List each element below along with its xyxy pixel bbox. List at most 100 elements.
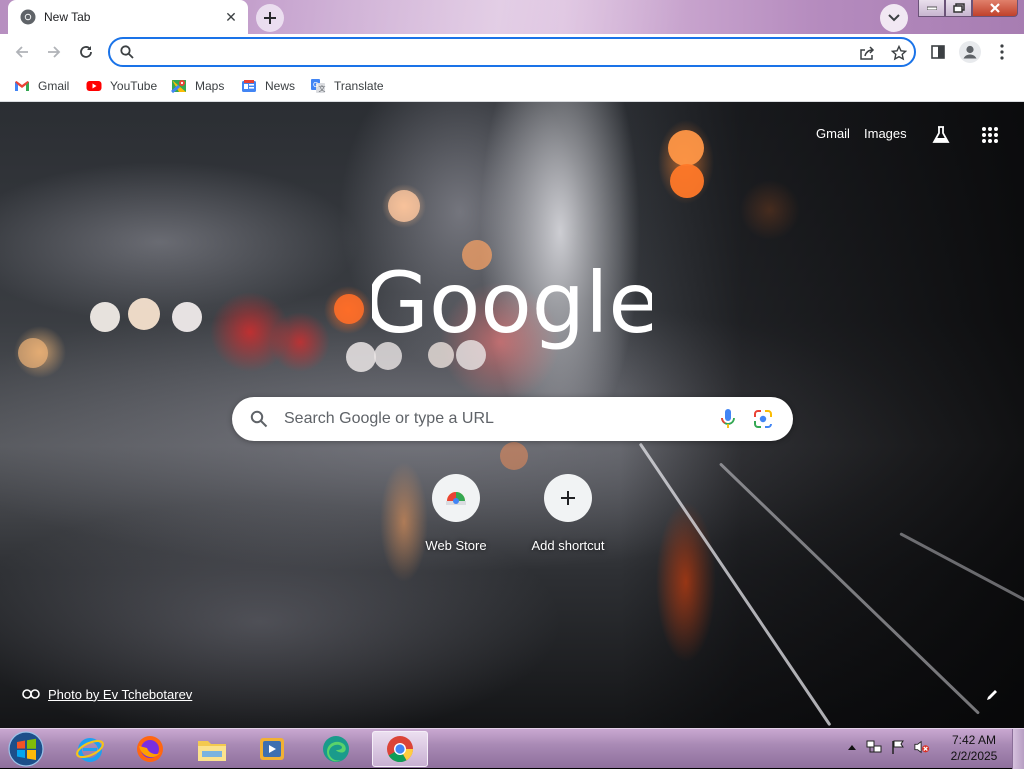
- start-button[interactable]: [6, 730, 46, 768]
- background-light: [172, 302, 202, 332]
- tab-close-icon[interactable]: ✕: [222, 8, 240, 26]
- google-logo-text: Google: [372, 254, 652, 350]
- lens-camera-icon[interactable]: [752, 408, 774, 430]
- bookmark-label: YouTube: [110, 79, 158, 93]
- minimize-icon: [926, 6, 937, 10]
- chrome-icon: [20, 9, 36, 25]
- bookmark-youtube[interactable]: YouTube: [86, 77, 157, 95]
- voice-search-icon[interactable]: [718, 408, 738, 430]
- taskbar-firefox[interactable]: [124, 731, 176, 767]
- translate-icon: G文: [310, 78, 326, 94]
- tab-title: New Tab: [44, 10, 91, 24]
- chevron-up-icon: [848, 745, 856, 750]
- taskbar-file-explorer[interactable]: [186, 731, 238, 767]
- photo-credit-link[interactable]: Photo by Ev Tchebotarev: [22, 685, 192, 703]
- side-panel-icon: [931, 45, 945, 59]
- taskbar-internet-explorer[interactable]: [64, 731, 116, 767]
- clock-time: 7:42 AM: [951, 733, 997, 747]
- labs-button[interactable]: [930, 124, 952, 146]
- apps-grid-icon: [982, 127, 998, 143]
- pencil-icon: [987, 690, 997, 700]
- menu-button[interactable]: [988, 38, 1016, 66]
- shortcut-label: Add shortcut: [531, 538, 605, 553]
- background-light: [668, 130, 704, 166]
- bookmark-label: Gmail: [38, 79, 70, 93]
- customize-button[interactable]: [982, 685, 1002, 705]
- action-center-flag-icon[interactable]: [890, 739, 906, 755]
- labs-flask-icon: [932, 126, 950, 143]
- show-desktop-button[interactable]: [1012, 729, 1024, 769]
- shortcut-add[interactable]: Add shortcut: [512, 474, 624, 564]
- maximize-icon: [952, 3, 965, 13]
- bookmark-gmail[interactable]: Gmail: [14, 77, 69, 95]
- chrome-icon: [387, 736, 414, 763]
- volume-muted-icon[interactable]: [914, 739, 930, 755]
- plus-icon: [264, 12, 276, 24]
- menu-icon: [1000, 44, 1004, 60]
- web-store-icon: [432, 474, 480, 522]
- background-light: [128, 298, 160, 330]
- close-icon: [990, 3, 1000, 13]
- bookmark-maps[interactable]: Maps: [171, 77, 224, 95]
- maximize-button[interactable]: [945, 0, 972, 17]
- taskbar-chrome[interactable]: [372, 731, 428, 767]
- taskbar-edge[interactable]: [310, 731, 362, 767]
- background-light: [500, 442, 528, 470]
- network-tray-icon[interactable]: [866, 739, 882, 755]
- images-link[interactable]: Images: [864, 126, 907, 141]
- media-player-icon: [260, 738, 284, 760]
- address-input[interactable]: [142, 42, 846, 64]
- shortcut-label: Web Store: [425, 538, 487, 553]
- share-icon[interactable]: [858, 44, 876, 62]
- browser-toolbar: [0, 34, 1024, 70]
- plus-icon: [544, 474, 592, 522]
- photo-credit-text: Photo by Ev Tchebotarev: [48, 686, 193, 702]
- profile-button[interactable]: [956, 38, 984, 66]
- side-panel-button[interactable]: [924, 38, 952, 66]
- maps-icon: [171, 78, 187, 94]
- internet-explorer-icon: [76, 738, 104, 762]
- profile-icon: [959, 41, 981, 63]
- forward-button[interactable]: [40, 38, 68, 66]
- back-button[interactable]: [8, 38, 36, 66]
- address-bar[interactable]: [108, 37, 916, 67]
- search-icon: [250, 410, 268, 433]
- star-icon[interactable]: [890, 44, 908, 62]
- show-hidden-icons[interactable]: [844, 739, 860, 755]
- taskbar-media-player[interactable]: [246, 731, 298, 767]
- forward-icon: [48, 46, 61, 58]
- bookmark-label: News: [265, 79, 296, 93]
- gmail-icon: [14, 78, 30, 94]
- back-icon: [15, 46, 28, 58]
- file-explorer-icon: [198, 741, 226, 761]
- taskbar-clock[interactable]: 7:42 AM 2/2/2025: [942, 732, 1006, 764]
- search-icon: [120, 45, 134, 64]
- youtube-icon: [86, 78, 102, 94]
- bookmark-label: Maps: [195, 79, 225, 93]
- search-placeholder: Search Google or type a URL: [284, 410, 494, 427]
- ntp-search-box[interactable]: Search Google or type a URL: [232, 397, 793, 441]
- reload-button[interactable]: [72, 38, 100, 66]
- gmail-link[interactable]: Gmail: [816, 126, 850, 141]
- apps-button[interactable]: [979, 124, 1001, 146]
- bookmark-translate[interactable]: G文 Translate: [310, 77, 384, 95]
- windows-start-icon: [8, 731, 44, 767]
- bookmark-label: Translate: [334, 79, 384, 93]
- windows-taskbar: 7:42 AM 2/2/2025: [0, 728, 1024, 769]
- shortcut-web-store[interactable]: Web Store: [400, 474, 512, 564]
- new-tab-button[interactable]: [256, 4, 284, 32]
- window-controls: [918, 0, 1018, 18]
- link-icon: [22, 689, 40, 699]
- background-light: [90, 302, 120, 332]
- tab-search-button[interactable]: [880, 4, 908, 32]
- clock-date: 2/2/2025: [950, 749, 998, 763]
- bookmark-news[interactable]: News: [241, 77, 295, 95]
- new-tab-page: Gmail Images Google Search Google or typ…: [0, 102, 1024, 728]
- google-logo: Google: [372, 254, 652, 350]
- news-icon: [241, 78, 257, 94]
- close-button[interactable]: [972, 0, 1018, 17]
- background-light: [18, 338, 48, 368]
- background-light: [670, 164, 704, 198]
- tab-new-tab[interactable]: New Tab ✕: [8, 0, 248, 34]
- minimize-button[interactable]: [918, 0, 945, 17]
